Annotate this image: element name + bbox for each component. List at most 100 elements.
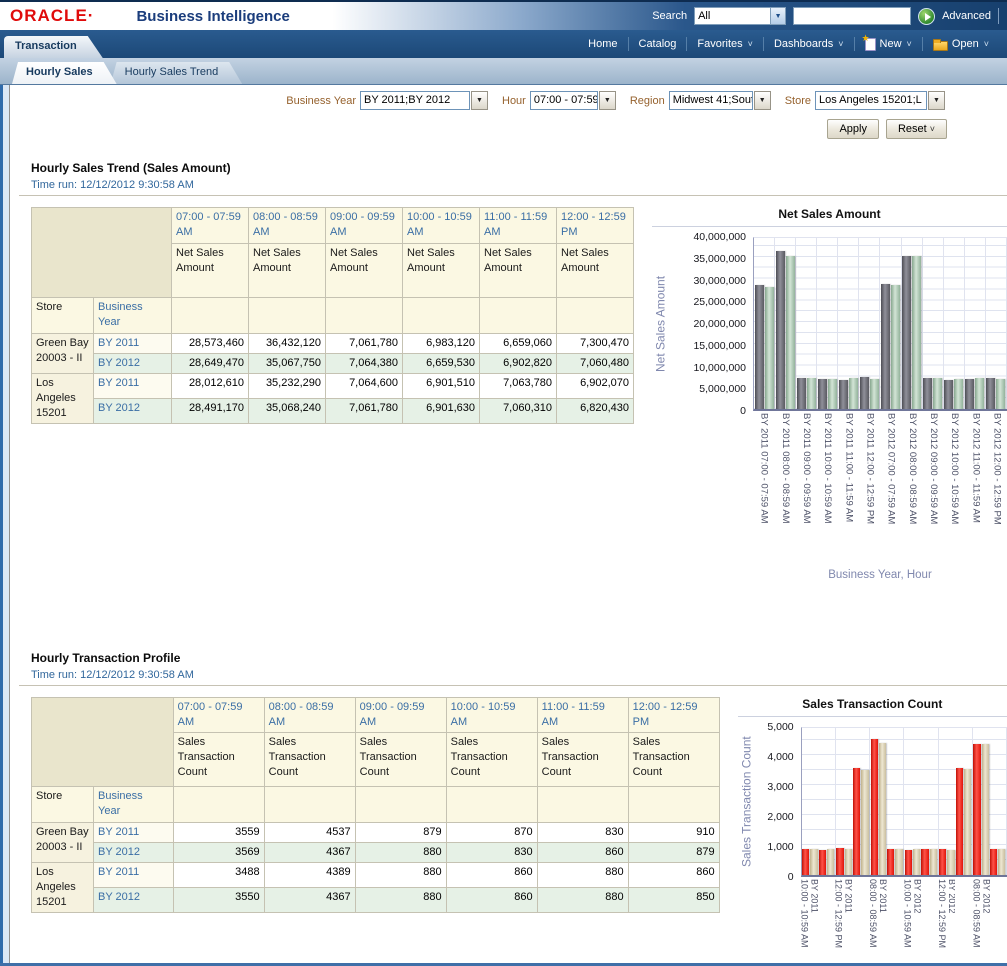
filter-field-store[interactable]: Los Angeles 15201;L (815, 91, 927, 110)
value-cell: 6,902,820 (480, 354, 557, 374)
bar-green-bay-20003-ii[interactable] (819, 850, 826, 875)
bar-los-angeles-15201[interactable] (947, 850, 954, 876)
nav-item-new[interactable]: New˅ (855, 38, 922, 51)
column-header-hour[interactable]: 07:00 - 07:59 AM (173, 698, 264, 733)
column-header-hour[interactable]: 08:00 - 08:59 AM (264, 698, 355, 733)
bar-los-angeles-15201[interactable] (828, 379, 837, 409)
bar-green-bay-20003-ii[interactable] (973, 744, 980, 875)
bar-los-angeles-15201[interactable] (975, 378, 984, 409)
bar-green-bay-20003-ii[interactable] (881, 284, 890, 409)
business-year-link[interactable]: BY 2011 (94, 863, 174, 888)
bar-los-angeles-15201[interactable] (982, 744, 989, 875)
nav-item-catalog[interactable]: Catalog (629, 38, 687, 50)
bar-green-bay-20003-ii[interactable] (871, 739, 878, 875)
dropdown-arrow-icon[interactable]: ▼ (770, 8, 785, 24)
filter-dropdown-button[interactable]: ▼ (928, 91, 945, 110)
bar-green-bay-20003-ii[interactable] (776, 251, 785, 409)
bar-green-bay-20003-ii[interactable] (923, 378, 932, 409)
bar-green-bay-20003-ii[interactable] (965, 379, 974, 409)
bar-green-bay-20003-ii[interactable] (905, 850, 912, 875)
column-header-hour[interactable]: 08:00 - 08:59 AM (249, 208, 326, 244)
bar-los-angeles-15201[interactable] (845, 849, 852, 875)
filter-label: Business Year (286, 95, 356, 107)
bar-green-bay-20003-ii[interactable] (902, 256, 911, 409)
business-year-link[interactable]: BY 2012 (94, 843, 174, 863)
bar-green-bay-20003-ii[interactable] (939, 849, 946, 875)
bar-green-bay-20003-ii[interactable] (818, 379, 827, 409)
tab-hourly-sales[interactable]: Hourly Sales (12, 62, 117, 84)
row-header-business-year[interactable]: Business Year (94, 787, 174, 823)
filter-field-business-year[interactable]: BY 2011;BY 2012 (360, 91, 470, 110)
bar-green-bay-20003-ii[interactable] (956, 768, 963, 875)
search-input[interactable] (793, 7, 911, 25)
bar-green-bay-20003-ii[interactable] (921, 849, 928, 875)
bar-los-angeles-15201[interactable] (912, 256, 921, 409)
row-header-business-year[interactable]: Business Year (94, 298, 172, 334)
bar-los-angeles-15201[interactable] (879, 743, 886, 875)
apply-button[interactable]: Apply (827, 119, 879, 139)
bar-green-bay-20003-ii[interactable] (836, 848, 843, 875)
bar-los-angeles-15201[interactable] (895, 849, 902, 875)
x-tick-label: BY 2011 08:00 - 08:59 AM (869, 879, 886, 963)
column-header-hour[interactable]: 10:00 - 10:59 AM (446, 698, 537, 733)
column-header-hour[interactable]: 09:00 - 09:59 AM (326, 208, 403, 244)
nav-item-dashboards[interactable]: Dashboards˅ (764, 38, 854, 50)
column-header-hour[interactable]: 12:00 - 12:59 PM (628, 698, 719, 733)
business-year-link[interactable]: BY 2011 (94, 374, 172, 399)
bar-los-angeles-15201[interactable] (810, 849, 817, 875)
business-year-link[interactable]: BY 2011 (94, 823, 174, 843)
search-go-icon[interactable] (918, 8, 935, 25)
business-year-link[interactable]: BY 2012 (94, 888, 174, 913)
filter-dropdown-button[interactable]: ▼ (599, 91, 616, 110)
column-header-hour[interactable]: 11:00 - 11:59 AM (537, 698, 628, 733)
column-header-hour[interactable]: 10:00 - 10:59 AM (403, 208, 480, 244)
bar-green-bay-20003-ii[interactable] (853, 768, 860, 875)
bar-los-angeles-15201[interactable] (913, 849, 920, 875)
nav-item-open[interactable]: Open˅ (923, 38, 999, 51)
column-header-hour[interactable]: 09:00 - 09:59 AM (355, 698, 446, 733)
bar-green-bay-20003-ii[interactable] (755, 285, 764, 409)
filter-field-region[interactable]: Midwest 41;Southw (669, 91, 753, 110)
nav-item-home[interactable]: Home (578, 38, 627, 50)
bar-green-bay-20003-ii[interactable] (887, 849, 894, 875)
bar-green-bay-20003-ii[interactable] (860, 377, 869, 409)
column-header-hour[interactable]: 07:00 - 07:59 AM (172, 208, 249, 244)
bar-los-angeles-15201[interactable] (786, 256, 795, 409)
bar-los-angeles-15201[interactable] (998, 849, 1005, 875)
bar-green-bay-20003-ii[interactable] (944, 380, 953, 409)
bar-los-angeles-15201[interactable] (891, 285, 900, 409)
bar-green-bay-20003-ii[interactable] (797, 378, 806, 409)
reset-button[interactable]: Reset˅ (886, 119, 947, 139)
business-year-link[interactable]: BY 2011 (94, 334, 172, 354)
filter-field-hour[interactable]: 07:00 - 07:59 AM;08 (530, 91, 598, 110)
bar-green-bay-20003-ii[interactable] (986, 378, 995, 409)
column-header-measure: Sales Transaction Count (173, 733, 264, 787)
bar-los-angeles-15201[interactable] (827, 849, 834, 875)
bar-los-angeles-15201[interactable] (964, 769, 971, 876)
bar-los-angeles-15201[interactable] (930, 849, 937, 875)
bar-los-angeles-15201[interactable] (849, 378, 858, 409)
bar-green-bay-20003-ii[interactable] (802, 849, 809, 875)
tab-hourly-sales-trend[interactable]: Hourly Sales Trend (111, 62, 243, 84)
column-header-hour[interactable]: 11:00 - 11:59 AM (480, 208, 557, 244)
bar-los-angeles-15201[interactable] (954, 379, 963, 409)
nav-item-favorites[interactable]: Favorites˅ (687, 38, 763, 50)
search-scope-select[interactable]: All ▼ (694, 7, 786, 25)
bar-los-angeles-15201[interactable] (996, 379, 1005, 409)
business-year-link[interactable]: BY 2012 (94, 399, 172, 424)
bar-green-bay-20003-ii[interactable] (990, 849, 997, 875)
column-header-measure: Sales Transaction Count (628, 733, 719, 787)
advanced-link[interactable]: Advanced (942, 10, 991, 22)
bar-los-angeles-15201[interactable] (765, 287, 774, 409)
filter-dropdown-button[interactable]: ▼ (754, 91, 771, 110)
bar-los-angeles-15201[interactable] (870, 379, 879, 409)
dashboard-page-tab-transaction[interactable]: Transaction (4, 36, 103, 58)
business-year-link[interactable]: BY 2012 (94, 354, 172, 374)
column-header-hour[interactable]: 12:00 - 12:59 PM (557, 208, 634, 244)
bar-los-angeles-15201[interactable] (861, 770, 868, 875)
bar-los-angeles-15201[interactable] (933, 378, 942, 409)
filter-dropdown-button[interactable]: ▼ (471, 91, 488, 110)
value-cell: 860 (537, 843, 628, 863)
bar-los-angeles-15201[interactable] (807, 378, 816, 409)
bar-green-bay-20003-ii[interactable] (839, 380, 848, 409)
